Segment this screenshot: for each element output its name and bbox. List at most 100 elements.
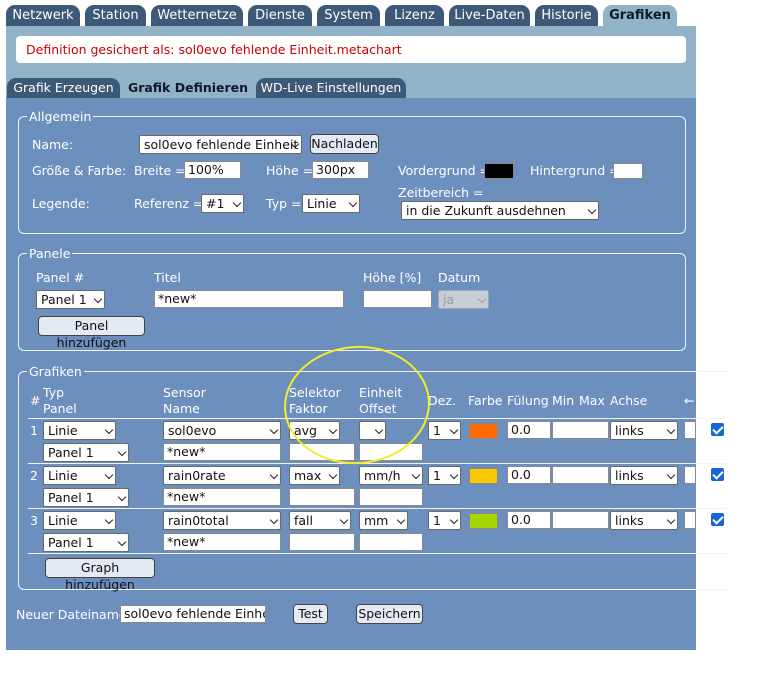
graph-enabled-checkbox[interactable] [711, 468, 724, 481]
graph-color-swatch[interactable] [469, 513, 498, 529]
graph-selector-select[interactable]: fall [289, 511, 351, 530]
timerange-select-value: in die Zukunft ausdehnen [406, 203, 566, 218]
graph-sensor-select[interactable]: sol0evo [163, 421, 281, 440]
graph-dez-select[interactable]: 1 [428, 511, 461, 530]
graph-fill-input[interactable]: 0.0 [507, 421, 551, 439]
graph-type-value: Linie [48, 513, 78, 528]
graph-min-max-input[interactable] [552, 421, 609, 439]
chevron-down-icon [348, 198, 358, 208]
chevron-down-icon [477, 294, 487, 304]
chevron-down-icon [269, 515, 279, 525]
panel-select[interactable]: Panel 1 [36, 290, 105, 309]
chevron-down-icon [449, 470, 459, 480]
graph-color-swatch[interactable] [469, 468, 498, 484]
test-button[interactable]: Test [293, 604, 328, 624]
graph-axis-select[interactable]: links [610, 511, 678, 530]
graph-unit-select[interactable]: mm [359, 511, 408, 530]
save-button[interactable]: Speichern [356, 604, 423, 624]
graphs-header-num: # [30, 393, 41, 408]
graph-factor-input[interactable] [289, 488, 355, 506]
subtab-grafik-erzeugen[interactable]: Grafik Erzeugen [7, 78, 120, 98]
graph-offset-input[interactable] [359, 488, 423, 506]
type-select-value: Linie [307, 196, 337, 211]
graph-fill-input[interactable]: 0.0 [507, 466, 551, 484]
graph-type-select[interactable]: Linie [43, 421, 116, 440]
graph-selector-select[interactable]: max [289, 466, 340, 485]
graph-color-swatch[interactable] [469, 423, 498, 439]
graph-min-max-input[interactable] [552, 511, 609, 529]
graph-dez-select[interactable]: 1 [428, 466, 461, 485]
chevron-down-icon [666, 425, 676, 435]
graph-offset-input[interactable] [359, 533, 423, 551]
subtab-grafik-definieren[interactable]: Grafik Definieren [125, 78, 251, 98]
allgemein-legend: Allgemein [29, 109, 92, 124]
tab-dienste[interactable]: Dienste [248, 5, 312, 26]
graph-panel-select[interactable]: Panel 1 [43, 533, 129, 552]
chevron-down-icon [449, 515, 459, 525]
graph-panel-value: Panel 1 [48, 490, 94, 505]
graph-unit-select[interactable]: mm/h [359, 466, 423, 485]
graph-sensor-select[interactable]: rain0total [163, 511, 281, 530]
graph-dez-value: 1 [433, 423, 441, 438]
graph-enabled-checkbox[interactable] [711, 513, 724, 526]
panel-date-value: ja [443, 292, 455, 307]
reference-select[interactable]: #1 [201, 194, 244, 213]
name-select[interactable]: sol0evo fehlende Einheit [139, 135, 302, 154]
graph-axis-select[interactable]: links [610, 466, 678, 485]
graph-sensor-select[interactable]: rain0rate [163, 466, 281, 485]
panel-height-input[interactable] [363, 290, 432, 308]
background-label: Hintergrund = [530, 163, 620, 178]
graph-enabled-checkbox[interactable] [711, 423, 724, 436]
width-input[interactable]: 100% [184, 161, 241, 179]
tab-netzwerk[interactable]: Netzwerk [6, 5, 80, 26]
panel-header-title: Titel [154, 270, 181, 285]
height-input[interactable]: 300px [312, 161, 369, 179]
graph-extra-input[interactable] [684, 511, 696, 529]
graph-panel-select[interactable]: Panel 1 [43, 488, 129, 507]
graph-min-max-input[interactable] [552, 466, 609, 484]
graph-row-num: 3 [30, 513, 38, 528]
panel-title-input[interactable]: *new* [154, 290, 344, 308]
add-panel-button[interactable]: Panel hinzufügen [38, 316, 145, 350]
graphs-header-min: Min [552, 393, 575, 408]
graphs-header-sensor: Sensor [163, 385, 206, 400]
subtab-wd-live[interactable]: WD-Live Einstellungen [256, 78, 406, 98]
graph-extra-input[interactable] [684, 421, 696, 439]
add-graph-button[interactable]: Graph hinzufügen [45, 558, 155, 592]
graph-axis-value: links [615, 468, 644, 483]
graphs-legend: Grafiken [29, 364, 82, 379]
tab-lizenz[interactable]: Lizenz [385, 5, 444, 26]
type-select[interactable]: Linie [302, 194, 360, 213]
graph-name-input[interactable]: *new* [163, 443, 281, 461]
graph-extra-input[interactable] [684, 466, 696, 484]
graph-factor-input[interactable] [289, 533, 355, 551]
timerange-select[interactable]: in die Zukunft ausdehnen [401, 201, 599, 220]
graph-dez-select[interactable]: 1 [428, 421, 461, 440]
graph-fill-input[interactable]: 0.0 [507, 511, 551, 529]
graph-axis-value: links [615, 513, 644, 528]
filename-label: Neuer Dateiname [16, 607, 127, 622]
graph-axis-select[interactable]: links [610, 421, 678, 440]
background-color-swatch[interactable] [613, 163, 643, 179]
foreground-label: Vordergrund = [398, 163, 490, 178]
chevron-down-icon [269, 425, 279, 435]
graph-panel-select[interactable]: Panel 1 [43, 443, 129, 462]
graph-dez-value: 1 [433, 513, 441, 528]
height-label: Höhe = [266, 163, 314, 178]
foreground-color-swatch[interactable] [484, 163, 514, 179]
tab-historie[interactable]: Historie [535, 5, 598, 26]
reload-button[interactable]: Nachladen [310, 134, 379, 154]
graph-sensor-value: rain0rate [168, 468, 226, 483]
filename-input[interactable]: sol0evo fehlende Einheit [120, 605, 266, 623]
graph-type-select[interactable]: Linie [43, 511, 116, 530]
tab-wetternetze[interactable]: Wetternetze [151, 5, 243, 26]
graph-name-input[interactable]: *new* [163, 488, 281, 506]
graph-name-input[interactable]: *new* [163, 533, 281, 551]
name-select-value: sol0evo fehlende Einheit [144, 137, 299, 152]
graph-type-select[interactable]: Linie [43, 466, 116, 485]
tab-station[interactable]: Station [85, 5, 146, 26]
graph-row-divider [28, 508, 726, 509]
tab-live-daten[interactable]: Live-Daten [449, 5, 530, 26]
tab-system[interactable]: System [317, 5, 380, 26]
tab-grafiken[interactable]: Grafiken [603, 5, 677, 26]
